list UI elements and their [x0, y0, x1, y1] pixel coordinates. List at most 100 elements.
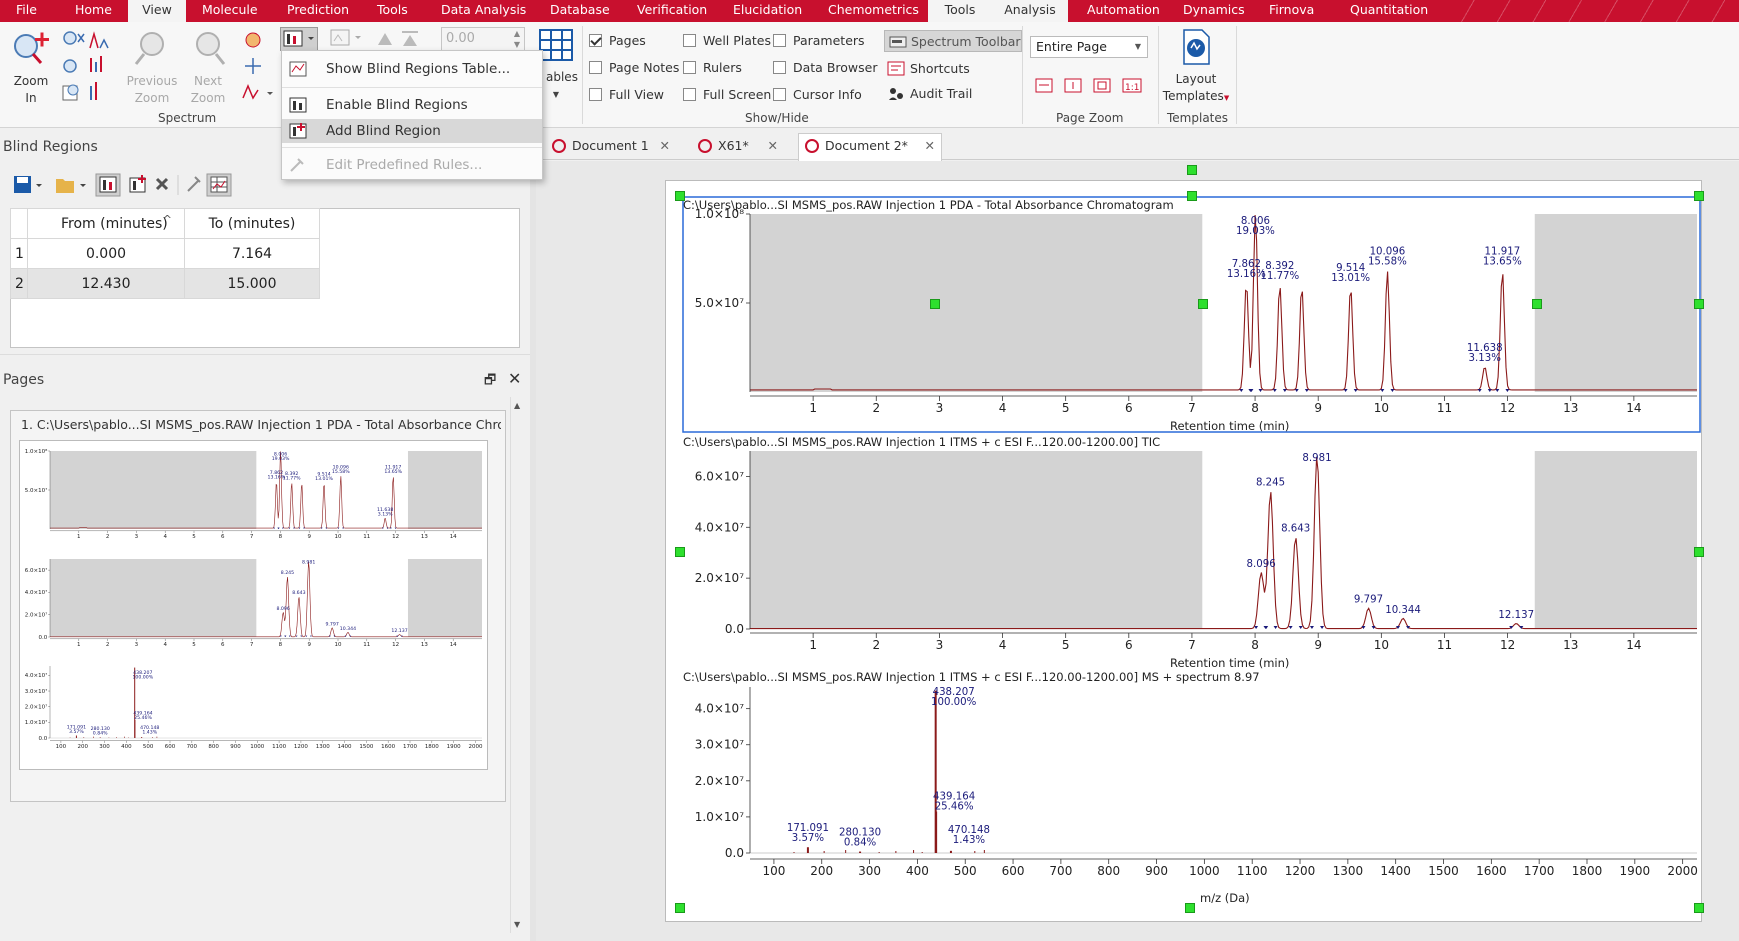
previous-zoom-button[interactable]: Previous Zoom	[124, 28, 180, 108]
pages-checkbox[interactable]	[589, 34, 602, 47]
menu-elucidation[interactable]: Elucidation	[733, 0, 813, 22]
resize-handle[interactable]	[675, 903, 685, 913]
next-zoom-button[interactable]: Next Zoom	[180, 28, 236, 108]
page-zoom-select[interactable]: Entire Page ▼	[1030, 36, 1148, 58]
parameters-checkbox[interactable]	[773, 34, 786, 47]
close-tab-icon[interactable]: ✕	[660, 134, 670, 158]
layout-templates-button[interactable]: Layout Templates▼	[1162, 28, 1230, 108]
table-row[interactable]: 1 0.000 7.164	[10, 238, 320, 269]
zoom-in-button[interactable]: Zoom In	[8, 28, 54, 108]
menu-chemometrics[interactable]: Chemometrics	[828, 0, 928, 22]
x-tick-label: 5	[192, 642, 196, 648]
resize-handle[interactable]	[1187, 165, 1197, 175]
x-tick-label: 13	[1563, 638, 1578, 652]
from-cell[interactable]: 0.000	[27, 238, 185, 269]
resize-handle[interactable]	[1694, 299, 1704, 309]
to-column-header[interactable]: To (minutes)	[184, 208, 320, 239]
menu-tools-context[interactable]: Tools	[928, 0, 992, 22]
edit-predefined-rules-item[interactable]: Edit Predefined Rules...	[282, 153, 542, 177]
region-disabled-button[interactable]	[328, 27, 364, 51]
resize-handle[interactable]	[675, 547, 685, 557]
resize-handle[interactable]	[675, 191, 685, 201]
menu-view[interactable]: View	[128, 0, 186, 22]
audit-trail-item[interactable]: Audit Trail	[884, 84, 972, 104]
menu-prediction[interactable]: Prediction	[287, 0, 367, 22]
check-page-notes[interactable]: Page Notes	[589, 60, 679, 78]
resize-handle[interactable]	[1185, 903, 1195, 913]
table-row[interactable]: 2 12.430 15.000	[10, 268, 320, 299]
resize-handle[interactable]	[1532, 299, 1542, 309]
full-view-checkbox[interactable]	[589, 88, 602, 101]
x-tick-label: 1200	[294, 744, 308, 750]
check-rulers[interactable]: Rulers	[683, 60, 742, 78]
rulers-checkbox[interactable]	[683, 61, 696, 74]
bars-icon	[90, 56, 102, 72]
check-full-screen[interactable]: Full Screen	[683, 87, 771, 105]
menu-file[interactable]: File	[16, 0, 56, 22]
page-canvas[interactable]: 1 2 3 4 5 6 7 8 9 10 11 12 13 14 5.0×10⁷ 1.0×10⁸ 7.862 13…	[665, 180, 1702, 922]
x-tick-label: 1300	[1333, 864, 1364, 878]
spectra-plots[interactable]: 1 2 3 4 5 6 7 8 9 10 11 12 13 145.0×10⁷1.0×10⁸7.86213…	[666, 181, 1703, 923]
menu-verification[interactable]: Verification	[637, 0, 717, 22]
check-full-view[interactable]: Full View	[589, 87, 664, 105]
resize-handle[interactable]	[1187, 191, 1197, 201]
resize-handle[interactable]	[1198, 299, 1208, 309]
close-tab-icon[interactable]: ✕	[925, 134, 935, 158]
pages-scrollbar[interactable]: ▲ ▼	[510, 397, 527, 933]
spectrum-toolbar-toggle[interactable]: Spectrum Toolbar	[884, 30, 1022, 52]
tab-x61[interactable]: X61* ✕	[692, 134, 784, 160]
check-parameters[interactable]: Parameters	[773, 33, 865, 51]
menu-dynamics[interactable]: Dynamics	[1183, 0, 1253, 22]
resize-handle[interactable]	[1694, 191, 1704, 201]
peak-percent: 3.13%	[1469, 353, 1502, 364]
peak-percent: 25.46%	[134, 715, 152, 721]
menu-analysis[interactable]: Analysis	[992, 0, 1068, 22]
menu-firnova[interactable]: Firnova	[1269, 0, 1329, 22]
peak-label: 8.981	[302, 560, 315, 566]
well-plates-checkbox[interactable]	[683, 34, 696, 47]
from-column-header[interactable]: From (minutes) ^	[27, 208, 185, 239]
restore-window-icon[interactable]: 🗗	[484, 371, 496, 393]
enable-blind-regions-item[interactable]: Enable Blind Regions	[282, 93, 542, 117]
cursor-info-checkbox[interactable]	[773, 88, 786, 101]
menu-automation[interactable]: Automation	[1087, 0, 1167, 22]
menu-quantitation[interactable]: Quantitation	[1350, 0, 1440, 22]
threshold-input[interactable]: 0.00 ▲ ▼	[441, 27, 525, 51]
page-notes-checkbox[interactable]	[589, 61, 602, 74]
menu-home[interactable]: Home	[75, 0, 125, 22]
page-thumbnail[interactable]: 1 2 3 4 5 6 7 8 9 10 11 12 13 14 5.0×10⁷ 1.0×10⁸ 7.862 13…	[19, 440, 488, 770]
resize-handle[interactable]	[1694, 903, 1704, 913]
peak-percent: 13.65%	[384, 469, 402, 475]
tab-document-2[interactable]: Document 2* ✕	[798, 133, 942, 161]
close-tab-icon[interactable]: ✕	[768, 134, 778, 158]
x-tick-label: 13	[421, 534, 428, 540]
check-pages[interactable]: Pages	[589, 33, 646, 51]
peak-percent: 3.13%	[378, 511, 393, 517]
scroll-down-icon[interactable]: ▼	[514, 920, 520, 929]
data-browser-checkbox[interactable]	[773, 61, 786, 74]
to-cell[interactable]: 15.000	[184, 268, 320, 299]
blind-regions-button[interactable]	[280, 27, 318, 51]
to-cell[interactable]: 7.164	[184, 238, 320, 269]
resize-handle[interactable]	[1694, 547, 1704, 557]
check-data-browser[interactable]: Data Browser	[773, 60, 877, 78]
check-well-plates[interactable]: Well Plates	[683, 33, 771, 51]
baseline-icon	[242, 84, 273, 100]
show-blind-regions-table-item[interactable]: Show Blind Regions Table...	[282, 57, 542, 81]
shortcuts-item[interactable]: Shortcuts	[884, 59, 970, 79]
x-tick-label: 1300	[316, 744, 330, 750]
tab-label: X61*	[718, 138, 749, 153]
scroll-up-icon[interactable]: ▲	[514, 401, 520, 410]
tab-document-1[interactable]: Document 1 ✕	[546, 134, 676, 160]
menu-data-analysis[interactable]: Data Analysis	[441, 0, 531, 22]
from-cell[interactable]: 12.430	[27, 268, 185, 299]
full-screen-checkbox[interactable]	[683, 88, 696, 101]
spin-arrows-icon[interactable]: ▲ ▼	[514, 28, 520, 50]
menu-molecule[interactable]: Molecule	[202, 0, 272, 22]
menu-database[interactable]: Database	[550, 0, 620, 22]
resize-handle[interactable]	[930, 299, 940, 309]
close-icon[interactable]: ✕	[508, 369, 521, 388]
menu-tools[interactable]: Tools	[377, 0, 427, 22]
add-blind-region-item[interactable]: Add Blind Region	[282, 119, 542, 143]
check-cursor-info[interactable]: Cursor Info	[773, 87, 862, 105]
